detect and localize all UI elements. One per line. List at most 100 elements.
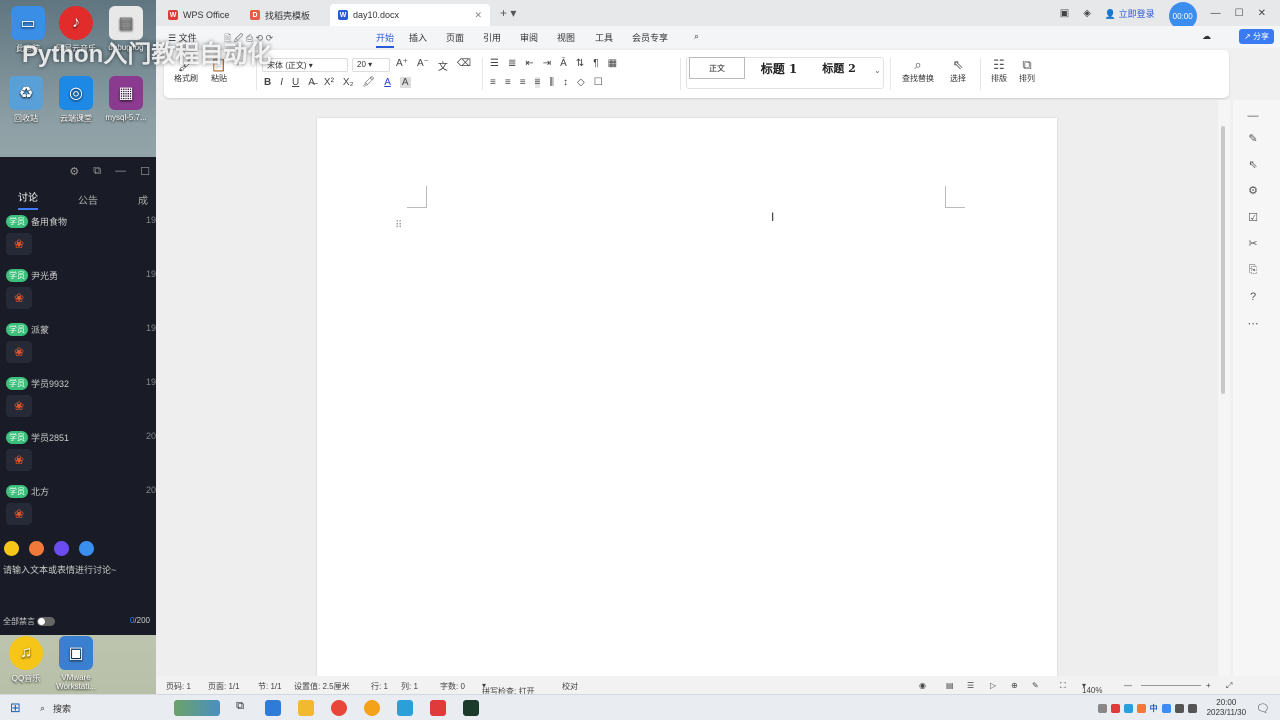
chrome-icon[interactable] — [331, 700, 347, 716]
drag-handle-icon[interactable]: ⠿ — [395, 220, 402, 231]
adjust-icon[interactable]: ⚙ — [1245, 184, 1261, 197]
library-icon[interactable]: ⎘ — [1245, 264, 1261, 277]
task-view-icon[interactable]: ⧉ — [232, 700, 248, 716]
chat-input[interactable]: 请输入文本或表情进行讨论~ — [3, 563, 116, 576]
sogou-ime-icon[interactable] — [1136, 703, 1146, 713]
emoji-icon[interactable] — [4, 541, 19, 556]
tray-app-icon[interactable] — [1110, 703, 1120, 713]
skin-icon[interactable]: ◈ — [1083, 8, 1091, 19]
tab-wps-office[interactable]: W WPS Office — [160, 4, 237, 26]
status-spell-check[interactable]: 拼写检查: 打开 ▾ — [482, 681, 534, 696]
outline-view-icon[interactable]: ☰ — [967, 681, 974, 690]
document-page[interactable]: ⠿ I — [317, 118, 1057, 678]
ime-mode[interactable]: 中 — [1150, 703, 1158, 714]
cloud-classroom-taskbar-icon[interactable] — [397, 700, 413, 716]
menu-member[interactable]: 会员专享 — [632, 31, 668, 44]
menu-page[interactable]: 页面 — [446, 31, 464, 44]
maximize-window-icon[interactable]: ☐ — [1235, 8, 1244, 19]
status-proofread[interactable]: 校对 — [562, 681, 578, 692]
find-replace-button[interactable]: ⌕ 查找替换 — [896, 57, 940, 84]
shrink-font-icon[interactable]: A⁻ — [417, 58, 429, 73]
settings-icon[interactable]: ⚙ — [69, 165, 79, 178]
select-button[interactable]: ⇖ 选择 — [944, 57, 972, 84]
increase-indent-icon[interactable]: ⇥ — [543, 58, 551, 69]
italic-icon[interactable]: I — [280, 77, 283, 88]
close-tab-icon[interactable]: ✕ — [474, 10, 482, 21]
cloud-icon[interactable]: ☁ — [1202, 31, 1211, 42]
phonetic-icon[interactable]: 文 — [438, 58, 448, 73]
tab-discussion[interactable]: 讨论 — [18, 189, 38, 210]
help-icon[interactable]: ? — [1245, 291, 1261, 303]
qq-music-shortcut[interactable]: ♫ QQ音乐 — [0, 636, 52, 684]
fullscreen-icon[interactable]: ⤢ — [1226, 681, 1232, 691]
tray-app-icon[interactable] — [1097, 703, 1107, 713]
zoom-out-icon[interactable]: — — [1124, 681, 1132, 690]
store-icon[interactable] — [265, 700, 281, 716]
flower-icon[interactable] — [29, 541, 44, 556]
volume-icon[interactable] — [1187, 703, 1197, 713]
tab-template[interactable]: D 找稻壳模板 — [242, 4, 318, 26]
meeting-app-icon[interactable] — [364, 700, 380, 716]
page-view-icon[interactable]: ▤ — [946, 681, 954, 690]
tab-document[interactable]: W day10.docx ✕ — [330, 4, 490, 26]
minimize-icon[interactable]: — — [115, 165, 126, 177]
pycharm-icon[interactable] — [463, 700, 479, 716]
align-left-icon[interactable]: ≡ — [490, 77, 496, 88]
char-shading-icon[interactable]: A — [399, 77, 411, 88]
mute-all-toggle[interactable]: 全部禁言 — [3, 616, 55, 627]
pen-icon[interactable]: ✎ — [1032, 681, 1039, 690]
popout-icon[interactable]: ⧉ — [93, 165, 101, 178]
image-icon[interactable] — [79, 541, 94, 556]
zoom-level[interactable]: 140% ▾ — [1082, 681, 1102, 695]
bullet-list-icon[interactable]: ☰ — [490, 58, 499, 69]
share-button[interactable]: ↗ 分享 — [1239, 29, 1274, 44]
menu-view[interactable]: 视图 — [557, 31, 575, 44]
play-icon[interactable]: ▷ — [990, 681, 996, 690]
cloud-classroom-shortcut[interactable]: ◎ 云端课堂 — [50, 76, 102, 124]
vertical-scrollbar[interactable] — [1218, 100, 1230, 676]
sort-icon[interactable]: ⇅ — [576, 58, 584, 69]
grow-font-icon[interactable]: A⁺ — [396, 58, 408, 73]
font-name-select[interactable]: 宋体 (正文) ▾ — [262, 58, 348, 72]
select-icon[interactable]: ⇖ — [1245, 158, 1261, 171]
numbered-list-icon[interactable]: ≣ — [508, 58, 516, 69]
scroll-thumb[interactable] — [1221, 126, 1225, 394]
tab-announcement[interactable]: 公告 — [78, 192, 98, 207]
fit-icon[interactable]: ⛶ — [1060, 681, 1066, 691]
menu-insert[interactable]: 插入 — [409, 31, 427, 44]
wps-taskbar-icon[interactable] — [430, 700, 446, 716]
tools-icon[interactable]: ✂ — [1245, 237, 1261, 250]
strikethrough-icon[interactable]: A̶ — [308, 77, 315, 88]
bold-icon[interactable]: B — [264, 77, 271, 88]
notification-icon[interactable]: 🗨 — [1256, 702, 1270, 715]
style-normal[interactable]: 正文 — [689, 57, 745, 79]
login-button[interactable]: 👤 立即登录 — [1105, 7, 1155, 20]
windows-start-icon[interactable]: ⊞ — [10, 700, 21, 716]
tab-members[interactable]: 成 — [138, 192, 148, 207]
subscript-icon[interactable]: X₂ — [343, 77, 354, 88]
web-view-icon[interactable]: ⊕ — [1011, 681, 1018, 690]
underline-icon[interactable]: U — [292, 77, 299, 88]
minimize-window-icon[interactable]: — — [1211, 8, 1221, 19]
tray-app-icon[interactable] — [1161, 703, 1171, 713]
border-icon[interactable]: ☐ — [594, 77, 603, 88]
font-size-select[interactable]: 20 ▾ — [352, 58, 390, 72]
text-direction-icon[interactable]: Ā — [560, 58, 567, 69]
taskbar-search[interactable]: ⌕ 搜索 — [34, 698, 169, 718]
styles-more-icon[interactable]: ⌄ — [874, 66, 881, 75]
zoom-in-icon[interactable]: + — [1206, 681, 1211, 690]
tray-app-icon[interactable] — [1123, 703, 1133, 713]
like-icon[interactable] — [54, 541, 69, 556]
status-word-count[interactable]: 字数: 0 — [440, 681, 465, 692]
vmware-shortcut[interactable]: ▣ VMware Workstati... — [50, 636, 102, 691]
decrease-indent-icon[interactable]: ⇤ — [525, 58, 533, 69]
menu-start[interactable]: 开始 — [376, 31, 395, 48]
more-icon[interactable]: ⋯ — [1245, 317, 1261, 330]
layout-icon[interactable]: ▣ — [1060, 8, 1069, 19]
arrange-button[interactable]: ⧉ 排列 — [1014, 57, 1040, 84]
zoom-slider[interactable] — [1141, 685, 1201, 686]
style-heading2[interactable]: 标题 2 — [814, 57, 864, 79]
show-marks-icon[interactable]: ¶ — [593, 58, 598, 69]
recycle-bin-shortcut[interactable]: ♻ 回收站 — [0, 76, 52, 124]
clear-format-icon[interactable]: ⌫ — [457, 58, 471, 73]
